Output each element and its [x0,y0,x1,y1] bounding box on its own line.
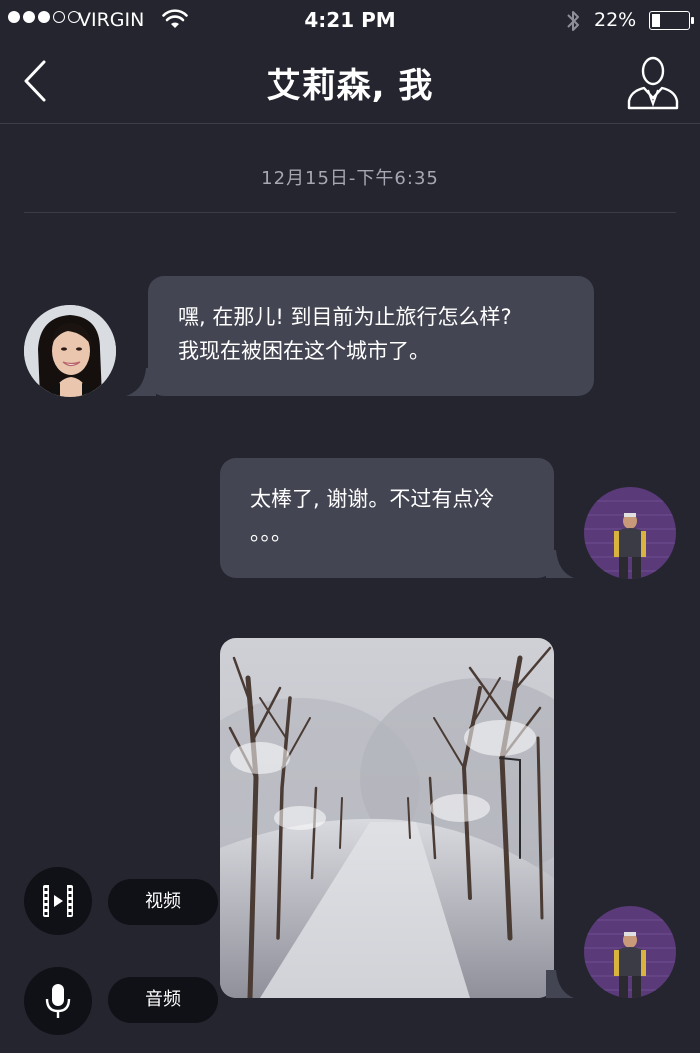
battery-icon [649,11,694,30]
avatar-me[interactable] [584,487,676,579]
video-label-button[interactable]: 视频 [108,879,218,925]
audio-button[interactable] [24,967,92,1035]
message-text-line: 太棒了, 谢谢。不过有点冷 [250,487,495,511]
avatar-me[interactable] [584,906,676,998]
divider [24,212,676,213]
message-text-line: 我现在被困在这个城市了。 [178,339,430,363]
bluetooth-icon [565,8,581,38]
battery-percentage: 22% [594,9,637,31]
status-bar: VIRGIN 4:21 PM 22% [0,0,700,44]
avatar-allison[interactable] [24,305,116,397]
video-button[interactable] [24,867,92,935]
message-bubble-incoming[interactable]: 嘿, 在那儿! 到目前为止旅行怎么样? 我现在被困在这个城市了。 [148,276,594,396]
microphone-icon [45,984,71,1018]
snowy-road-image [220,638,554,998]
audio-label-button[interactable]: 音频 [108,977,218,1023]
user-profile-icon [627,56,679,110]
nav-bar: 艾莉森, 我 [0,44,700,124]
conversation-timestamp: 12月15日-下午6:35 [261,168,439,189]
bubble-tail [546,970,574,998]
bubble-tail [546,550,574,578]
film-icon [43,885,73,917]
message-text-line: 。。。 [250,521,292,545]
message-text-line: 嘿, 在那儿! 到目前为止旅行怎么样? [178,305,512,329]
message-bubble-outgoing[interactable]: 太棒了, 谢谢。不过有点冷 。。。 [220,458,554,578]
conversation-title: 艾莉森, 我 [266,66,434,106]
profile-button[interactable] [626,54,680,110]
message-image-snowy-road[interactable] [220,638,554,998]
